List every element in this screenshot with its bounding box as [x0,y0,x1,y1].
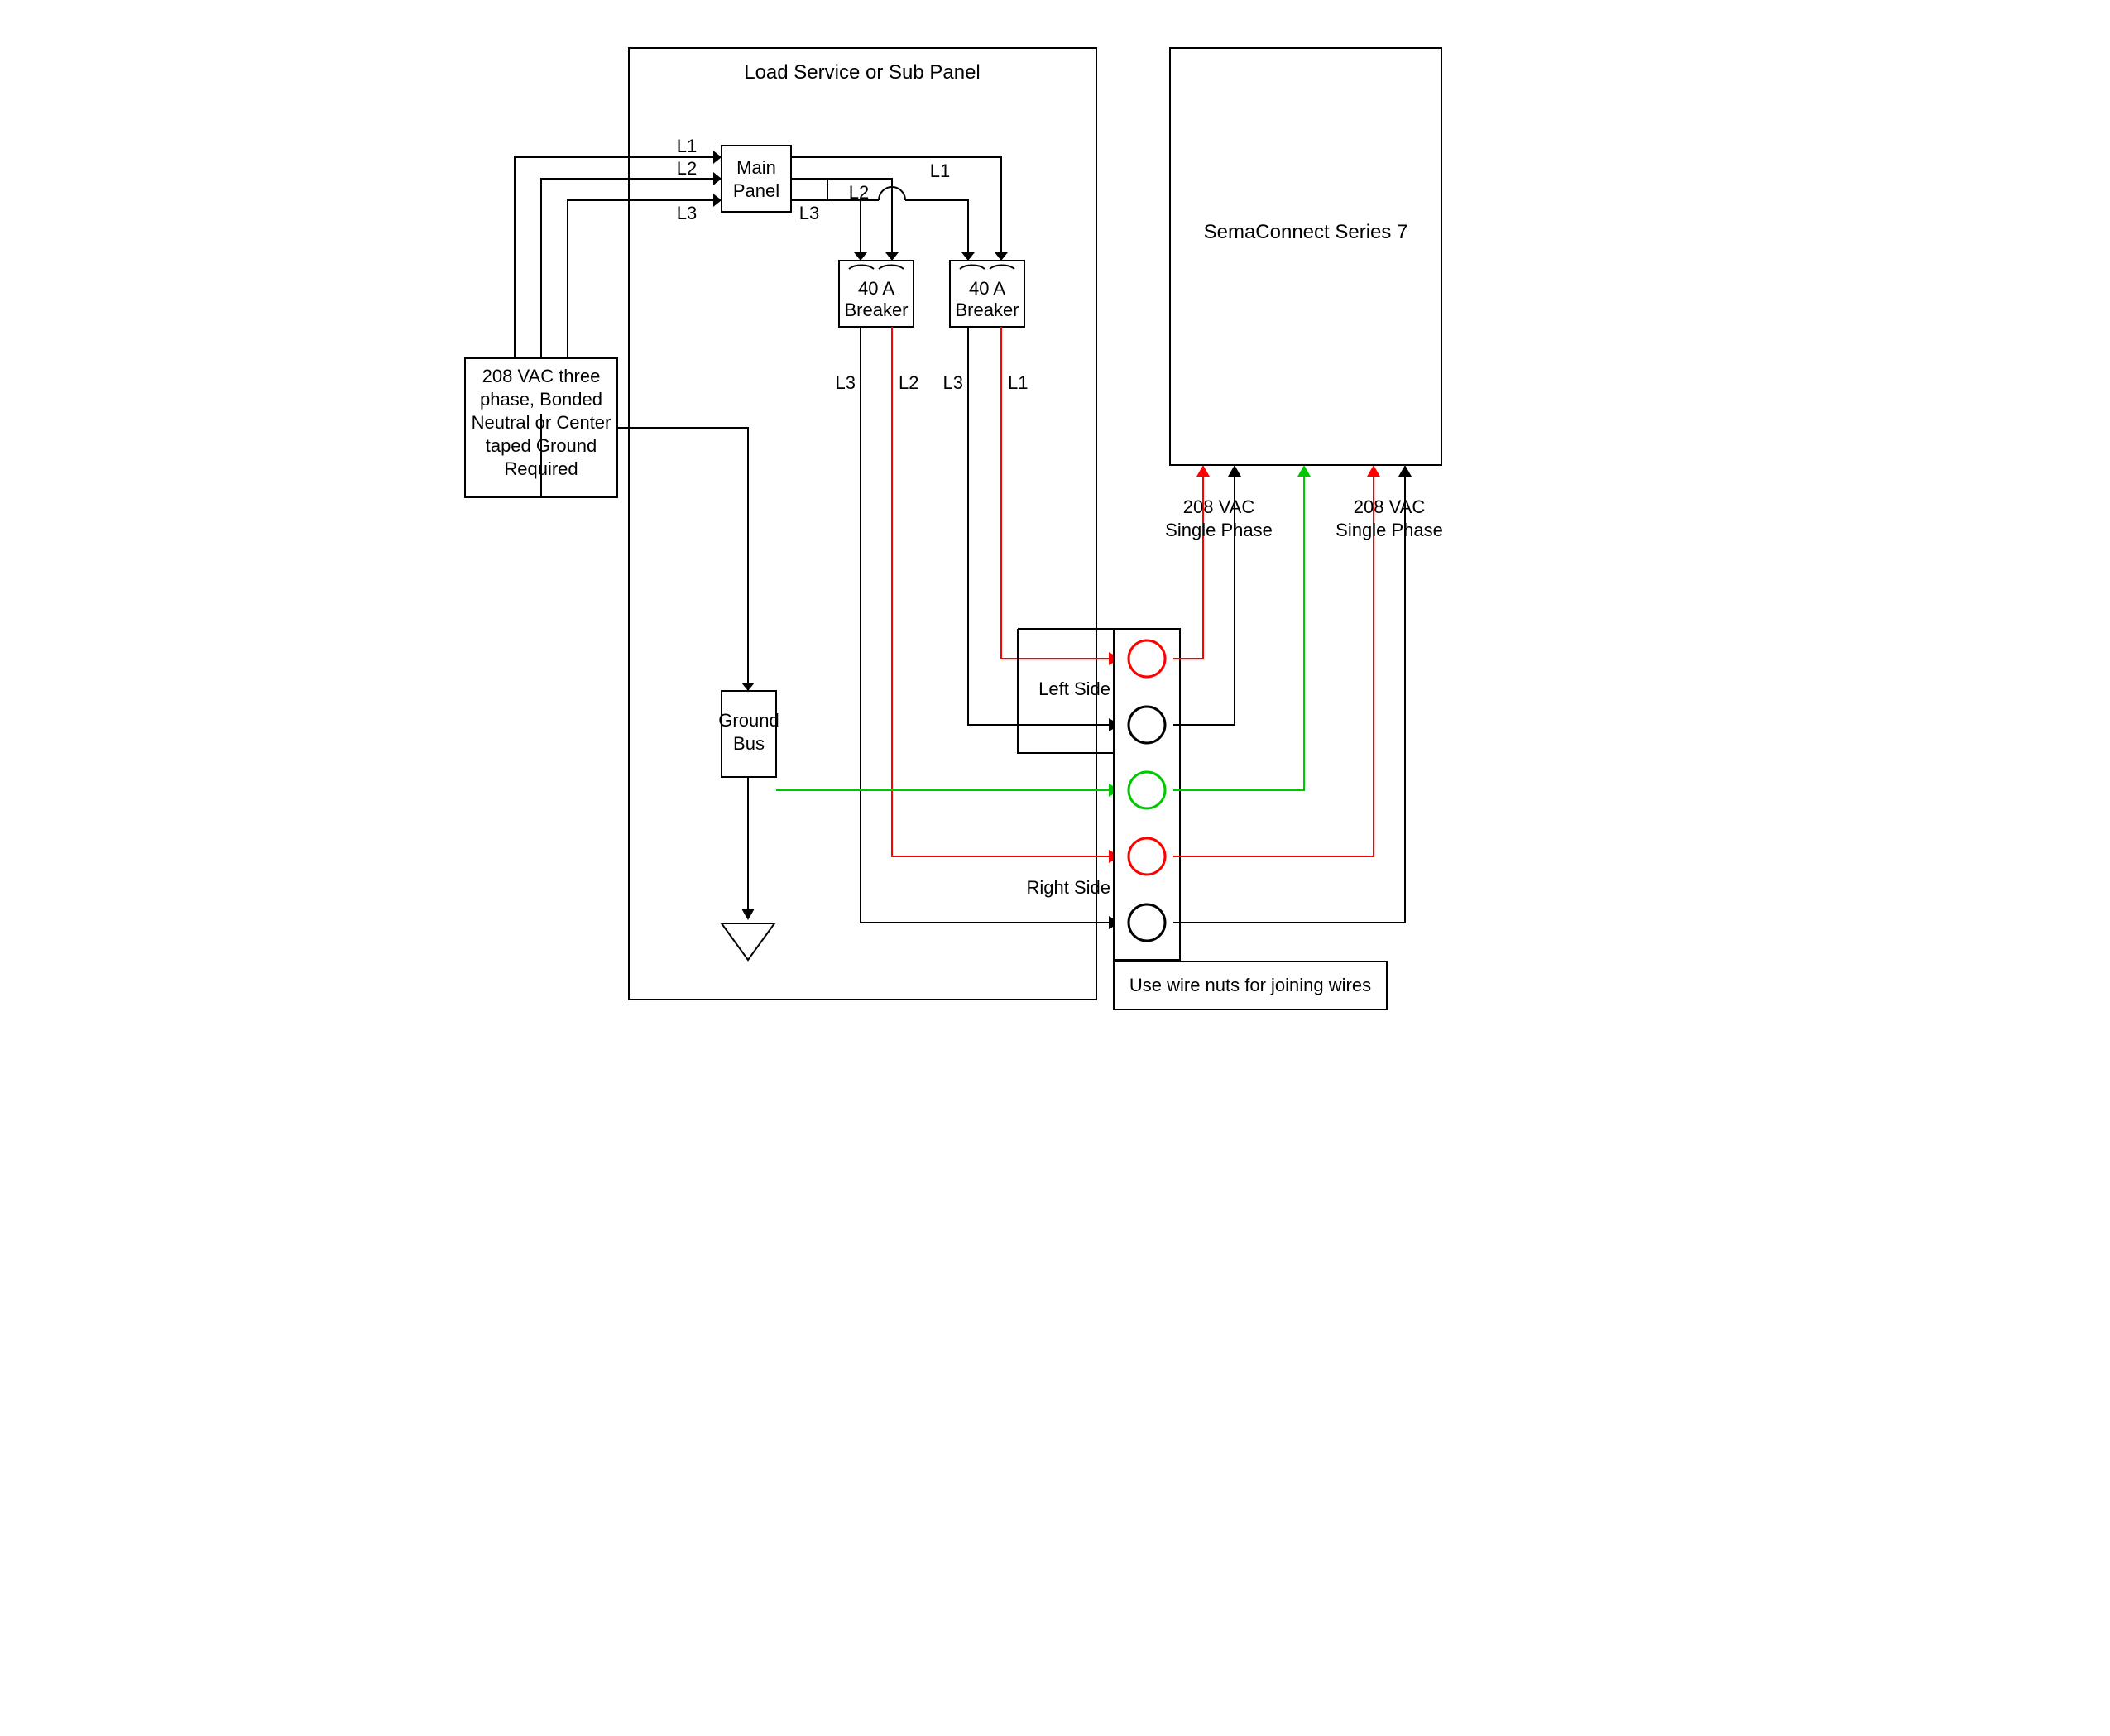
out2-arrow [1228,465,1241,477]
source-line1: 208 VAC three [482,366,601,386]
term-2 [1129,707,1165,743]
term-1 [1129,640,1165,677]
label-l1-in: L1 [677,136,697,156]
label-l1-out: L1 [930,161,950,181]
ground-bus-line2: Bus [733,733,765,754]
term-4 [1129,838,1165,875]
phase-right-line1: 208 VAC [1354,496,1426,517]
b2-l1-label: L1 [1008,372,1028,393]
source-line2: phase, Bonded [480,389,602,410]
b2-l3-label: L3 [943,372,963,393]
label-l2-in: L2 [677,158,697,179]
main-panel-line1: Main [736,157,776,178]
wiring-diagram: Load Service or Sub Panel 208 VAC three … [422,17,1688,1058]
breaker2-line2: Breaker [955,300,1019,320]
right-side-label: Right Side [1026,877,1110,898]
label-l3-in: L3 [677,203,697,223]
main-panel-line2: Panel [733,180,779,201]
breaker2-line1: 40 A [969,278,1005,299]
label-l3-out: L3 [799,203,819,223]
phase-right-line2: Single Phase [1336,520,1443,540]
out1-arrow [1196,465,1210,477]
phase-left-line2: Single Phase [1165,520,1273,540]
out3-arrow [1297,465,1311,477]
breaker1-line2: Breaker [844,300,908,320]
breaker1-line1: 40 A [858,278,894,299]
sema-title: SemaConnect Series 7 [1204,221,1408,243]
left-side-label: Left Side [1038,679,1110,699]
out4-arrow [1367,465,1380,477]
note-text: Use wire nuts for joining wires [1129,975,1371,995]
b1-l3-label: L3 [836,372,856,393]
main-panel-box [722,146,791,212]
sema-box [1170,48,1441,465]
out5-arrow [1398,465,1412,477]
phase-left-line1: 208 VAC [1183,496,1255,517]
term-5 [1129,904,1165,941]
term-3 [1129,772,1165,808]
ground-bus-line1: Ground [718,710,779,731]
panel-title: Load Service or Sub Panel [744,61,981,84]
b1-l2-label: L2 [899,372,918,393]
